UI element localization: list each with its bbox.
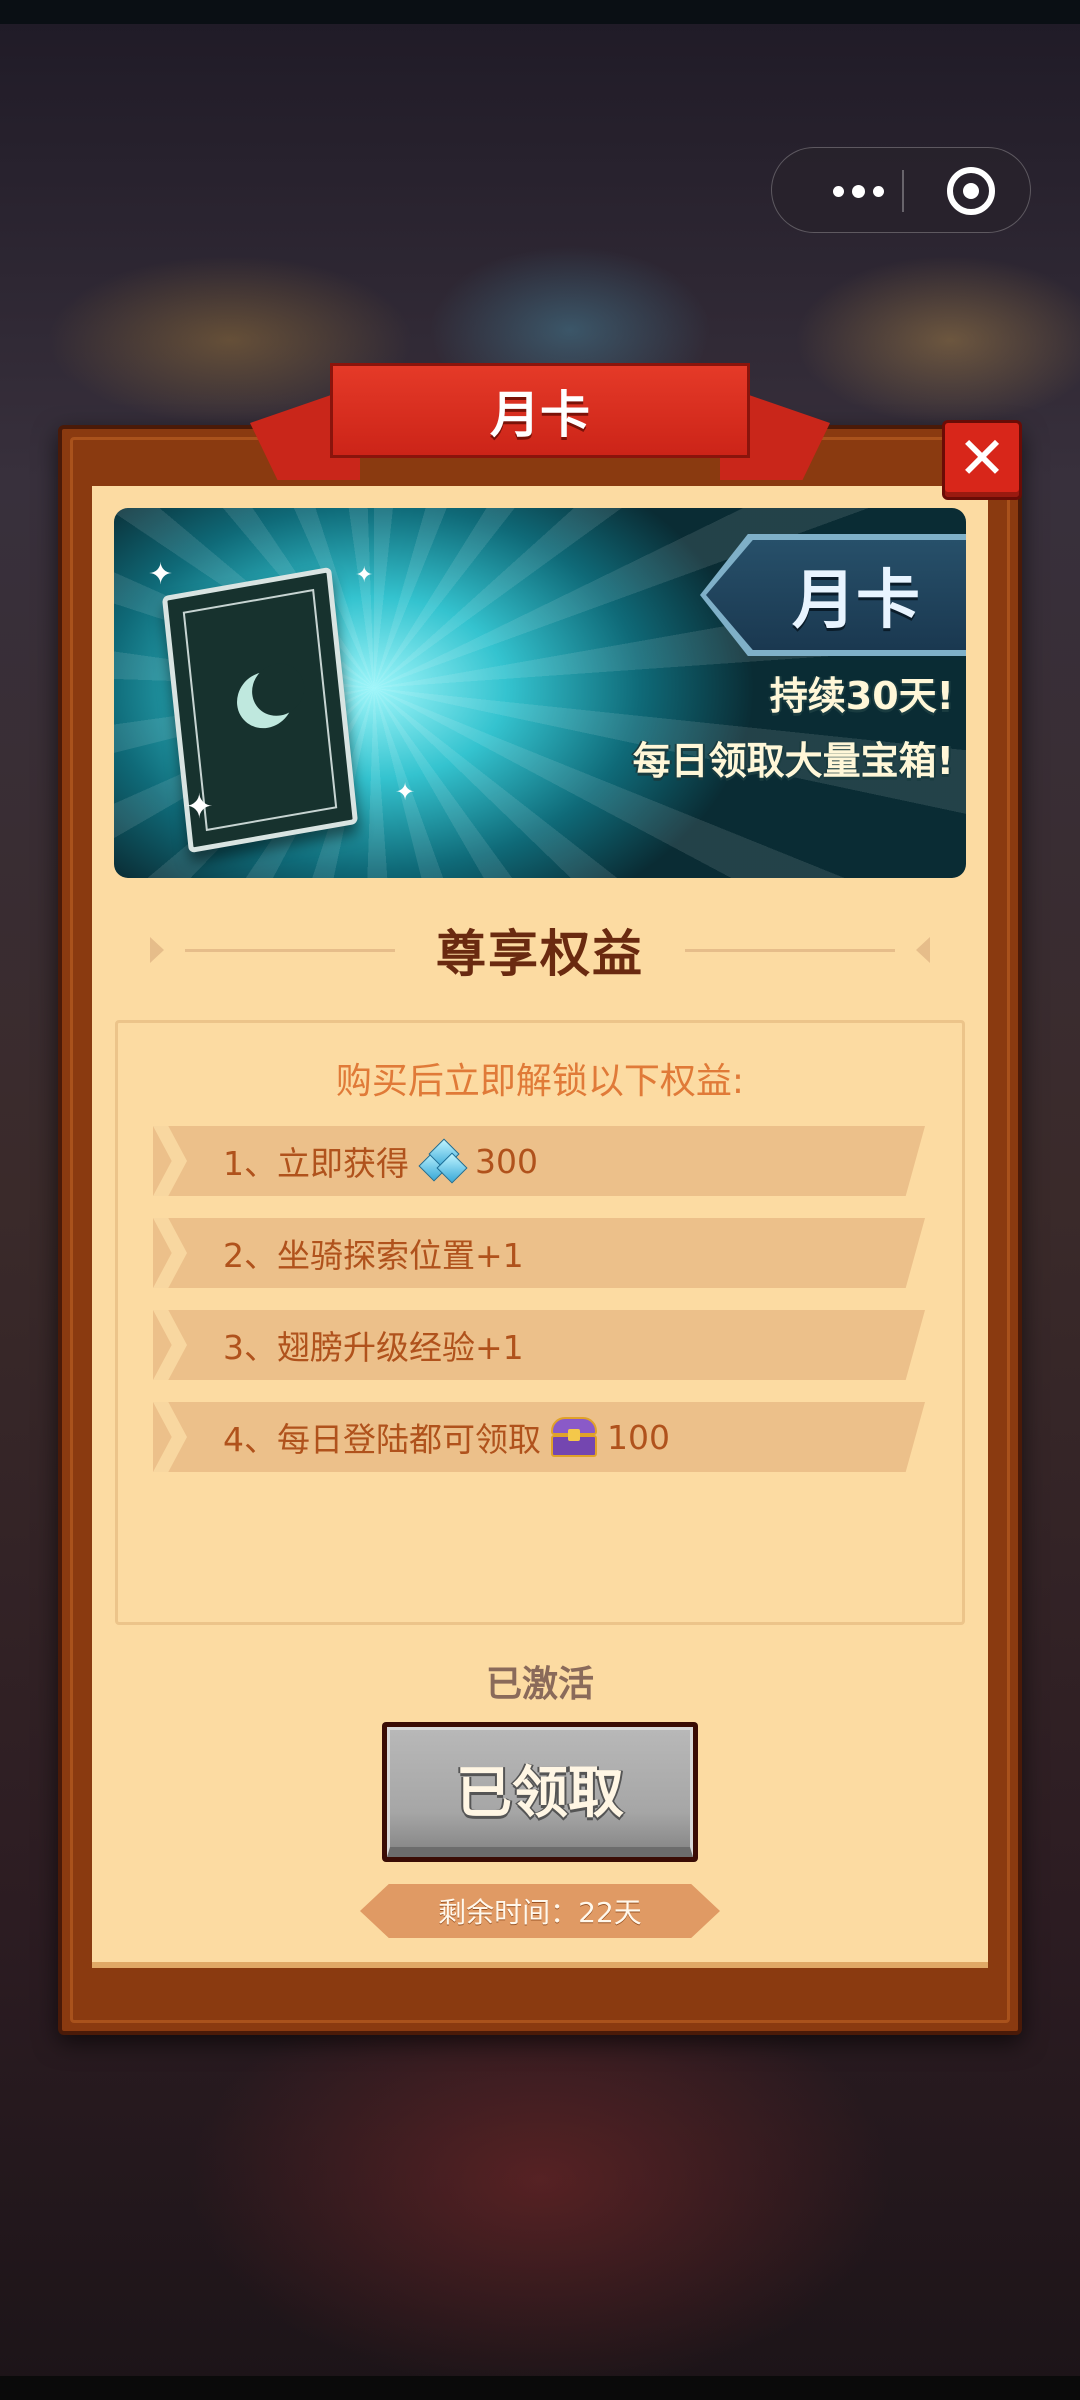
claimed-button-label: 已领取 [387,1727,693,1857]
benefit-row: 1、立即获得 300 [153,1126,925,1196]
banner-reward-text: 每日领取大量宝箱! [632,739,954,783]
status-bar [0,0,1080,24]
section-header: 尊享权益 [150,915,930,985]
modal-title: 月卡 [330,363,750,458]
benefit-value: 300 [475,1141,538,1181]
benefits-intro: 购买后立即解锁以下权益: [335,1061,745,1102]
sparkle-icon: ✦ [355,563,374,588]
chevron-right-icon [153,1126,187,1196]
chevron-right-icon [153,1218,187,1288]
chest-icon [549,1415,599,1459]
benefit-label: 4、每日登陆都可领取 [223,1420,541,1459]
mini-program-capsule [771,147,1031,233]
status-label: 已激活 [485,1664,594,1705]
benefit-label: 2、坐骑探索位置+1 [223,1236,524,1275]
chevron-right-icon [153,1402,187,1472]
banner-duration-text: 持续30天! [769,674,954,718]
banner-tag: 月卡 [706,540,966,650]
navigation-bar [0,2376,1080,2400]
sparkle-icon: ✦ [185,787,214,827]
arrow-right-icon [916,937,930,963]
benefit-label: 3、翅膀升级经验+1 [223,1328,524,1367]
sparkle-icon: ✦ [148,557,174,592]
section-title: 尊享权益 [436,925,644,983]
arrow-left-icon [150,937,164,963]
benefit-row: 3、翅膀升级经验+1 [153,1310,925,1380]
close-icon: ✕ [957,424,1007,492]
sparkle-icon: ✦ [395,778,416,806]
chevron-right-icon [153,1310,187,1380]
capsule-divider [902,170,904,212]
gem-icon [418,1138,468,1184]
benefit-label: 1、立即获得 [223,1144,409,1183]
claimed-button[interactable]: 已领取 [382,1722,698,1862]
remaining-time-badge: 剩余时间：22天 [360,1884,720,1938]
close-button[interactable]: ✕ [942,420,1022,500]
benefit-row: 2、坐骑探索位置+1 [153,1218,925,1288]
more-dots-icon[interactable] [808,148,908,234]
target-circle-icon[interactable] [947,167,995,215]
benefit-value: 100 [607,1417,670,1457]
benefit-row: 4、每日登陆都可领取 100 [153,1402,925,1472]
